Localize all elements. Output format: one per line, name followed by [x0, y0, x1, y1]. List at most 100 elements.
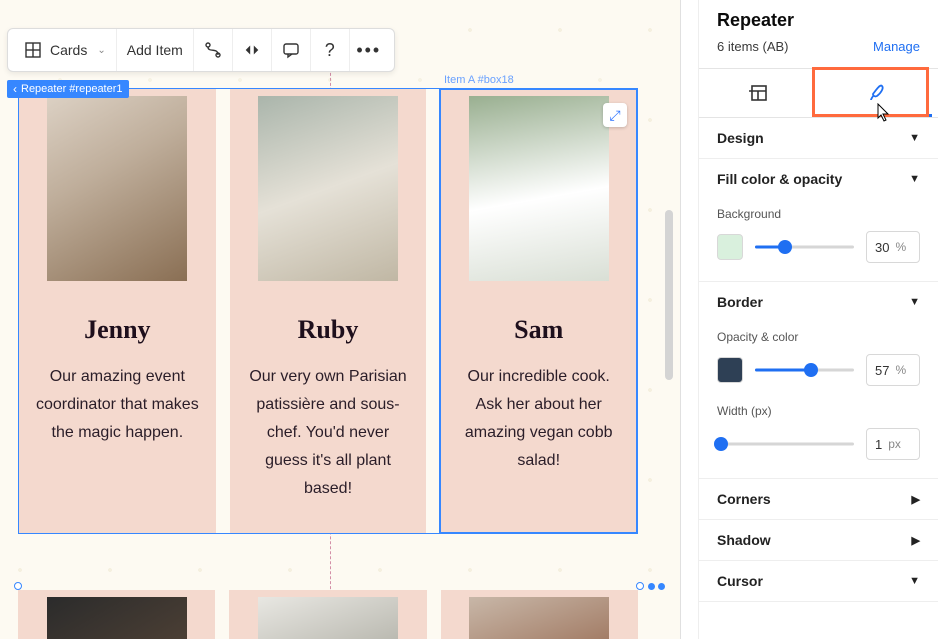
spacing-handle[interactable] [658, 583, 665, 590]
repeater-item[interactable] [441, 590, 638, 639]
element-toolbar: Cards ⌄ Add Item ? ••• [7, 28, 395, 72]
section-toggle-fill[interactable]: Fill color & opacity ▼ [699, 159, 938, 199]
chevron-right-icon: ▶ [912, 493, 920, 506]
card-title[interactable]: Sam [514, 315, 563, 345]
breadcrumb-label: Repeater #repeater1 [21, 83, 123, 95]
section-title: Cursor [717, 573, 763, 589]
add-item-label: Add Item [127, 42, 183, 58]
field-label: Background [717, 207, 920, 221]
resize-handle[interactable] [636, 582, 644, 590]
repeater-item[interactable]: Jenny Our amazing event coordinator that… [19, 89, 216, 533]
add-item-button[interactable]: Add Item [117, 29, 194, 71]
width-slider[interactable] [717, 434, 854, 454]
section-title: Shadow [717, 532, 771, 548]
section-cursor: Cursor ▼ [699, 561, 938, 602]
section-title: Corners [717, 491, 771, 507]
stretch-button[interactable] [233, 29, 272, 71]
expand-icon: ⤢ [609, 107, 620, 124]
more-button[interactable]: ••• [350, 29, 388, 71]
comment-button[interactable] [272, 29, 311, 71]
chevron-down-icon: ▼ [909, 132, 920, 144]
card-description[interactable]: Our very own Parisian patissière and sou… [230, 363, 427, 503]
unit: % [895, 240, 906, 254]
chevron-down-icon: ▼ [909, 575, 920, 587]
more-icon: ••• [360, 41, 378, 59]
scrollbar-thumb[interactable] [665, 210, 673, 380]
repeater-item[interactable] [18, 590, 215, 639]
card-image[interactable] [469, 96, 609, 281]
chat-icon [282, 41, 300, 59]
repeater-container[interactable]: Jenny Our amazing event coordinator that… [18, 88, 638, 534]
preset-label: Cards [50, 42, 87, 58]
chevron-right-icon: ▶ [912, 534, 920, 547]
width-input[interactable]: 1 px [866, 428, 920, 460]
section-title: Fill color & opacity [717, 171, 842, 187]
section-toggle-cursor[interactable]: Cursor ▼ [699, 561, 938, 601]
card-image[interactable] [47, 597, 187, 639]
chevron-down-icon: ▼ [909, 173, 920, 185]
value: 30 [875, 240, 889, 255]
repeater-row: Jenny Our amazing event coordinator that… [19, 89, 637, 533]
card-title[interactable]: Jenny [84, 315, 150, 345]
opacity-input[interactable]: 30 % [866, 231, 920, 263]
value: 57 [875, 363, 889, 378]
card-image[interactable] [47, 96, 187, 281]
card-description[interactable]: Our incredible cook. Ask her about her a… [440, 363, 637, 475]
spacing-handle[interactable] [648, 583, 655, 590]
section-corners: Corners ▶ [699, 479, 938, 520]
section-title: Design [717, 130, 764, 146]
repeater-row [18, 590, 638, 639]
path-icon [204, 41, 222, 59]
opacity-slider[interactable] [755, 360, 854, 380]
repeater-item[interactable]: Ruby Our very own Parisian patissière an… [230, 89, 427, 533]
expand-button[interactable]: ⤢ [603, 103, 627, 127]
card-title[interactable]: Ruby [298, 315, 359, 345]
section-design: Design ▼ [699, 118, 938, 159]
field-label: Width (px) [717, 404, 920, 418]
repeater-item-selected[interactable]: ⤢ Sam Our incredible cook. Ask her about… [440, 89, 637, 533]
tab-layout[interactable] [699, 69, 819, 117]
section-title: Border [717, 294, 763, 310]
animation-button[interactable] [194, 29, 233, 71]
section-toggle-corners[interactable]: Corners ▶ [699, 479, 938, 519]
manage-link[interactable]: Manage [873, 39, 920, 54]
grid-icon [24, 41, 42, 59]
chevron-down-icon: ⌄ [97, 45, 105, 56]
brush-icon [868, 83, 888, 103]
color-swatch[interactable] [717, 357, 743, 383]
color-swatch[interactable] [717, 234, 743, 260]
section-toggle-shadow[interactable]: Shadow ▶ [699, 520, 938, 560]
canvas-area: Cards ⌄ Add Item ? ••• [0, 0, 680, 639]
panel-divider [680, 0, 698, 639]
resize-handle[interactable] [14, 582, 22, 590]
unit: px [888, 437, 901, 451]
panel-title: Repeater [699, 0, 938, 37]
preset-dropdown[interactable]: Cards ⌄ [14, 29, 117, 71]
selection-label: Item A #box18 [444, 74, 514, 86]
panel-tabs [699, 68, 938, 118]
chevron-left-icon: ‹ [13, 82, 17, 96]
section-toggle-design[interactable]: Design ▼ [699, 118, 938, 158]
opacity-input[interactable]: 57 % [866, 354, 920, 386]
card-description[interactable]: Our amazing event coordinator that makes… [19, 363, 216, 447]
element-breadcrumb[interactable]: ‹ Repeater #repeater1 [7, 80, 129, 98]
section-border: Border ▼ Opacity & color 57 % Width (px) [699, 282, 938, 479]
inspector-panel: Repeater 6 items (AB) Manage Design ▼ Fi… [698, 0, 938, 639]
value: 1 [875, 437, 882, 452]
help-button[interactable]: ? [311, 29, 350, 71]
help-icon: ? [321, 41, 339, 59]
tab-design[interactable] [819, 69, 938, 117]
section-toggle-border[interactable]: Border ▼ [699, 282, 938, 322]
item-count: 6 items (AB) [717, 39, 789, 54]
section-fill: Fill color & opacity ▼ Background 30 % [699, 159, 938, 282]
field-label: Opacity & color [717, 330, 920, 344]
opacity-slider[interactable] [755, 237, 854, 257]
repeater-item[interactable] [229, 590, 426, 639]
chevron-down-icon: ▼ [909, 296, 920, 308]
stretch-icon [243, 41, 261, 59]
card-image[interactable] [469, 597, 609, 639]
card-image[interactable] [258, 597, 398, 639]
card-image[interactable] [258, 96, 398, 281]
layout-icon [749, 83, 769, 103]
unit: % [895, 363, 906, 377]
